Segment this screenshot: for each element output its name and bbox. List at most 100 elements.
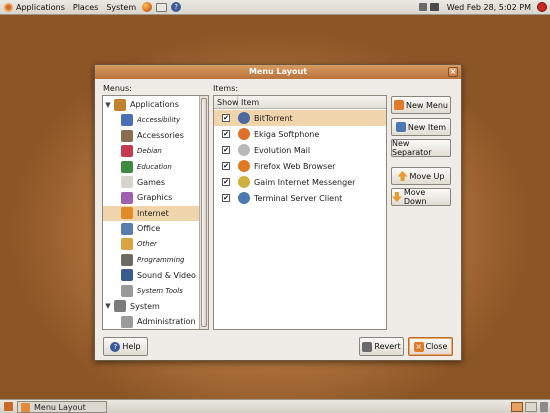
- menu-tree-item[interactable]: Education: [103, 159, 200, 174]
- show-checkbox[interactable]: ✔: [222, 114, 230, 122]
- new-separator-button[interactable]: New Separator: [391, 139, 451, 157]
- close-label: Close: [425, 342, 448, 351]
- up-arrow-icon: [397, 171, 408, 181]
- menu-item-label: Applications: [130, 100, 179, 109]
- move-up-button[interactable]: Move Up: [391, 167, 451, 185]
- menu-tree-item[interactable]: Accessibility: [103, 113, 200, 128]
- menu-tree-item[interactable]: Debian: [103, 144, 200, 159]
- expander-arrow-icon[interactable]: ▼: [104, 101, 112, 109]
- move-down-button[interactable]: Move Down: [391, 188, 451, 206]
- menu-tree-item[interactable]: Accessories: [103, 128, 200, 143]
- menu-category-icon: [121, 207, 133, 219]
- show-checkbox[interactable]: ✔: [222, 146, 230, 154]
- menu-tree-item[interactable]: Other: [103, 237, 200, 252]
- revert-label: Revert: [374, 342, 401, 351]
- menu-category-icon: [121, 284, 133, 297]
- volume-icon[interactable]: [429, 3, 439, 11]
- menu-layout-window: Menu Layout × Menus: Items: ▼ Application…: [94, 64, 462, 361]
- firefox-launcher-icon[interactable]: [142, 2, 153, 12]
- menu-category-icon: [121, 176, 133, 188]
- new-item-button[interactable]: New Item: [391, 118, 451, 136]
- show-checkbox[interactable]: ✔: [222, 178, 230, 186]
- item-label: Gaim Internet Messenger: [254, 177, 356, 187]
- application-icon: [238, 112, 250, 124]
- item-label: Terminal Server Client: [254, 193, 343, 203]
- menus-scrollbar-thumb[interactable]: [201, 98, 207, 327]
- menu-tree-item[interactable]: ▼ Applications: [103, 97, 200, 112]
- application-icon: [238, 144, 250, 156]
- places-menu[interactable]: Places: [69, 0, 102, 15]
- menu-category-icon: [121, 222, 133, 235]
- item-row[interactable]: ✔ Evolution Mail: [214, 142, 386, 158]
- item-row[interactable]: ✔ BitTorrent: [214, 110, 386, 126]
- workspace-2[interactable]: [525, 402, 537, 412]
- help-label: Help: [122, 342, 141, 351]
- move-down-label: Move Down: [403, 188, 427, 206]
- item-row[interactable]: ✔ Firefox Web Browser: [214, 158, 386, 174]
- menu-tree-item[interactable]: System Tools: [103, 283, 200, 298]
- item-label: BitTorrent: [254, 113, 293, 123]
- menu-category-icon: [121, 160, 133, 173]
- new-menu-button[interactable]: New Menu: [391, 96, 451, 114]
- menu-tree-item[interactable]: Programming: [103, 252, 200, 267]
- item-row[interactable]: ✔ Ekiga Softphone: [214, 126, 386, 142]
- applications-menu-label: Applications: [16, 2, 65, 12]
- power-icon[interactable]: [537, 2, 547, 12]
- items-table[interactable]: Show Item ✔ BitTorrent ✔ Ekiga Softphone ✔ Ev…: [213, 95, 387, 330]
- top-panel: Applications Places System ? Wed Feb 28,…: [0, 0, 550, 15]
- trash-icon[interactable]: [540, 402, 548, 412]
- menu-tree-item[interactable]: Sound & Video: [103, 268, 200, 283]
- menu-item-label: Sound & Video: [137, 270, 196, 280]
- system-menu[interactable]: System: [102, 0, 140, 15]
- menu-tree-item[interactable]: Graphics: [103, 190, 200, 205]
- menu-item-label: Graphics: [137, 193, 173, 202]
- clock[interactable]: Wed Feb 28, 5:02 PM: [443, 0, 535, 15]
- new-item-icon: [395, 122, 406, 132]
- menu-tree-item[interactable]: Office: [103, 221, 200, 236]
- column-header-show[interactable]: Show: [214, 96, 239, 109]
- show-desktop-icon[interactable]: [4, 402, 13, 411]
- show-checkbox[interactable]: ✔: [222, 162, 230, 170]
- item-row[interactable]: ✔ Terminal Server Client: [214, 190, 386, 206]
- menu-layout-task-icon: [21, 402, 30, 412]
- help-button[interactable]: ? Help: [103, 337, 148, 356]
- new-item-label: New Item: [407, 122, 447, 132]
- window-titlebar[interactable]: Menu Layout ×: [95, 65, 461, 79]
- ubuntu-logo-icon: [4, 2, 13, 12]
- item-label: Ekiga Softphone: [254, 129, 320, 139]
- menu-item-label: Debian: [137, 147, 162, 155]
- taskbar-button-menu-layout[interactable]: Menu Layout: [17, 401, 107, 413]
- column-header-item[interactable]: Item: [238, 96, 386, 109]
- menus-tree[interactable]: ▼ Applications Accessibility Accessories Deb…: [102, 95, 209, 330]
- show-checkbox[interactable]: ✔: [222, 194, 230, 202]
- application-icon: [238, 192, 250, 204]
- revert-button[interactable]: Revert: [359, 337, 404, 356]
- menu-category-icon: [121, 238, 133, 250]
- applications-menu[interactable]: Applications: [0, 0, 69, 15]
- menus-scrollbar[interactable]: [199, 96, 208, 329]
- expander-arrow-icon[interactable]: ▼: [104, 302, 112, 310]
- window-title: Menu Layout: [248, 67, 308, 76]
- help-launcher-icon[interactable]: ?: [171, 2, 182, 12]
- menu-tree-item[interactable]: Administration: [103, 314, 200, 329]
- taskbar-button-label: Menu Layout: [34, 402, 86, 412]
- menu-tree-item[interactable]: Internet: [103, 205, 200, 221]
- menu-item-label: Programming: [137, 255, 185, 264]
- close-button[interactable]: × Close: [408, 337, 453, 356]
- show-checkbox[interactable]: ✔: [222, 130, 230, 138]
- menu-tree-item[interactable]: ▼ System: [103, 299, 200, 314]
- window-close-icon[interactable]: ×: [448, 67, 458, 77]
- menu-category-icon: [121, 269, 133, 281]
- menu-tree-item[interactable]: Games: [103, 175, 200, 190]
- item-row[interactable]: ✔ Gaim Internet Messenger: [214, 174, 386, 190]
- mail-launcher-icon[interactable]: [156, 2, 168, 12]
- menu-item-label: Administration: [137, 317, 196, 326]
- workspace-1[interactable]: [511, 402, 523, 412]
- menu-item-label: System Tools: [137, 286, 183, 295]
- menu-item-label: System: [130, 301, 160, 311]
- menu-item-label: Accessibility: [137, 116, 181, 124]
- network-status-icon[interactable]: [418, 3, 427, 11]
- menu-item-label: Internet: [137, 208, 169, 218]
- bottom-panel: Menu Layout: [0, 399, 550, 413]
- menu-item-label: Education: [137, 162, 172, 171]
